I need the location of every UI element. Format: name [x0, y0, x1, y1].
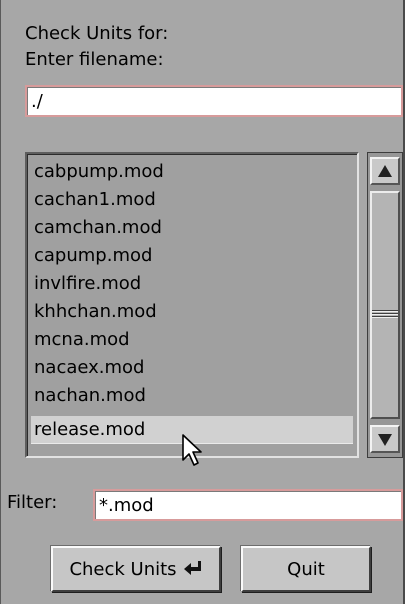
filename-input[interactable] — [25, 85, 403, 117]
quit-label: Quit — [287, 558, 325, 580]
enter-return-icon — [183, 561, 201, 575]
filter-input[interactable] — [93, 489, 403, 521]
file-list-scrollbar[interactable] — [367, 152, 403, 458]
check-units-button[interactable]: Check Units — [51, 546, 221, 592]
scroll-down-arrow-icon — [378, 434, 392, 446]
list-item[interactable]: cabpump.mod — [31, 158, 353, 186]
list-item[interactable]: camchan.mod — [31, 214, 353, 242]
quit-button[interactable]: Quit — [241, 546, 371, 592]
check-units-label: Check Units — [69, 558, 177, 580]
list-item[interactable]: capump.mod — [31, 242, 353, 270]
scroll-down-button[interactable] — [370, 425, 400, 453]
thumb-grip-icon — [372, 310, 398, 320]
file-list[interactable]: cabpump.mod cachan1.mod camchan.mod capu… — [25, 152, 359, 458]
filter-label: Filter: — [7, 492, 58, 513]
list-item[interactable]: nachan.mod — [31, 382, 353, 410]
prompt-line-1: Check Units for: — [25, 23, 169, 44]
list-item[interactable]: invlfire.mod — [31, 270, 353, 298]
check-units-dialog: Check Units for: Enter filename: cabpump… — [0, 0, 405, 604]
scroll-up-button[interactable] — [370, 157, 400, 185]
list-item[interactable]: cachan1.mod — [31, 186, 353, 214]
scrollbar-thumb[interactable] — [370, 191, 400, 419]
list-item[interactable]: nacaex.mod — [31, 354, 353, 382]
mouse-pointer-icon — [182, 434, 202, 466]
list-item[interactable]: khhchan.mod — [31, 298, 353, 326]
list-item[interactable]: mcna.mod — [31, 326, 353, 354]
prompt-line-2: Enter filename: — [25, 49, 164, 70]
scroll-up-arrow-icon — [378, 165, 392, 177]
